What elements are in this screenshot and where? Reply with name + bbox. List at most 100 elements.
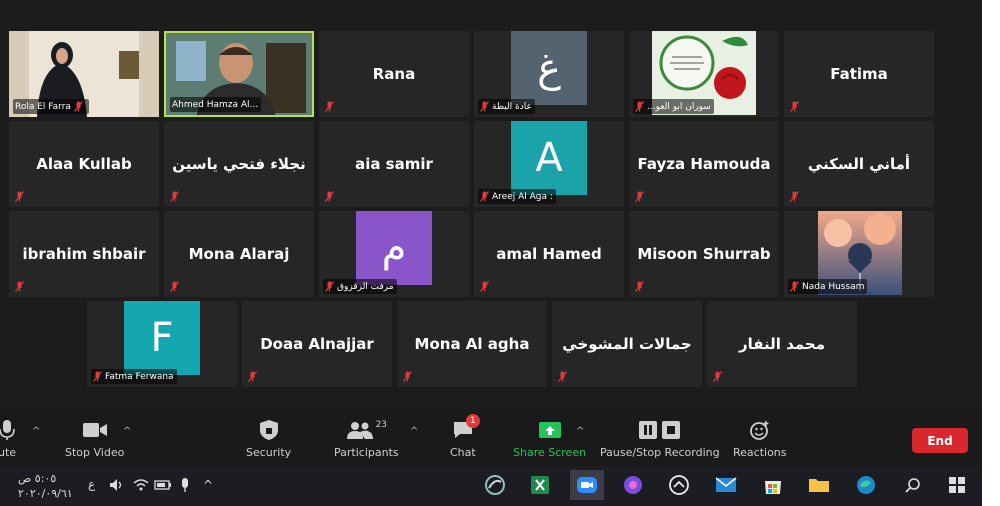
participant-tile[interactable]: Rana [319, 31, 469, 117]
participant-tile[interactable]: Ahmed Hamza Al... [164, 31, 314, 117]
end-meeting-button[interactable]: End [912, 428, 968, 453]
participant-name: أماني السكني [807, 155, 911, 173]
participant-name: Mona Alaraj [188, 245, 290, 263]
participant-tile[interactable]: أماني السكني [784, 121, 934, 207]
muted-microphone-icon [635, 101, 644, 112]
participant-name-label: Ahmed Hamza Al... [170, 97, 262, 112]
participant-tile[interactable]: محمد النفار [707, 301, 857, 387]
muted-microphone-icon [170, 281, 179, 292]
participant-name: مرفت الزقزوق [337, 281, 394, 292]
muted-microphone-icon [713, 371, 722, 382]
participant-avatar: F [124, 301, 200, 375]
windows-taskbar: ٥:٠٥ ص ٢٠٢٠/٠٩/٦١ ع ^ [0, 466, 982, 506]
participant-tile[interactable]: ibrahim shbair [9, 211, 159, 297]
reactions-button[interactable]: Reactions [733, 418, 787, 459]
security-label: Security [246, 446, 292, 459]
participant-tile[interactable]: A Areej Al Aga : [474, 121, 624, 207]
participant-tile[interactable]: Doaa Alnajjar [242, 301, 392, 387]
muted-microphone-icon [480, 101, 489, 112]
participant-name: ibrahim shbair [22, 245, 146, 263]
participants-label: Participants [334, 446, 399, 459]
participant-name: ...سوران ابو العو [647, 101, 711, 112]
participant-tile[interactable]: Fayza Hamouda [629, 121, 779, 207]
muted-microphone-icon [15, 191, 24, 202]
participant-tile[interactable]: م مرفت الزقزوق [319, 211, 469, 297]
share-options-caret[interactable]: ^ [576, 426, 584, 437]
share-screen-label: Share Screen [513, 446, 587, 459]
taskbar-zoom-icon[interactable] [570, 470, 604, 500]
pause-stop-recording-button[interactable]: Pause/Stop Recording [600, 418, 720, 459]
taskbar-excel-icon[interactable] [527, 472, 553, 498]
participant-tile[interactable]: ...سوران ابو العو [629, 31, 779, 117]
participant-tile[interactable]: Nada Hussam [784, 211, 934, 297]
taskbar-folder-icon[interactable] [806, 472, 832, 498]
participant-tile[interactable]: Fatima [784, 31, 934, 117]
participant-tile[interactable]: غ عادة البطة [474, 31, 624, 117]
participant-name: نجلاء فتحي ياسين [172, 155, 306, 173]
stop-video-label: Stop Video [65, 446, 125, 459]
chat-badge: 1 [465, 414, 480, 428]
taskbar-edge-icon[interactable] [853, 472, 879, 498]
taskbar-app-swirl-icon[interactable] [482, 472, 508, 498]
participant-name: Rola El Farra [15, 101, 71, 112]
participant-name: Ahmed Hamza Al... [172, 99, 259, 110]
participant-tile[interactable]: Mona Al agha [397, 301, 547, 387]
participant-name: Misoon Shurrab [637, 245, 771, 263]
muted-microphone-icon [170, 191, 179, 202]
chat-bubble-icon: 1 [452, 414, 480, 442]
mute-button[interactable]: ute [0, 418, 16, 459]
taskbar-search-icon[interactable] [900, 472, 926, 498]
muted-microphone-icon [790, 101, 799, 112]
participants-button[interactable]: 23 Participants [334, 418, 399, 459]
share-screen-icon [538, 418, 562, 442]
participant-tile[interactable]: جمالات المشوخي [552, 301, 702, 387]
tray-chevron-up-icon[interactable]: ^ [195, 472, 221, 498]
muted-microphone-icon [15, 281, 24, 292]
video-options-caret[interactable]: ^ [123, 426, 131, 437]
participant-name: جمالات المشوخي [562, 335, 692, 353]
participant-name: Mona Al agha [414, 335, 530, 353]
participant-name: Nada Hussam [802, 281, 865, 292]
windows-start-icon[interactable] [944, 472, 970, 498]
participant-name-label: Areej Al Aga : [478, 189, 556, 204]
participant-name: Fatima [830, 65, 888, 83]
participant-name: Doaa Alnajjar [260, 335, 374, 353]
mute-options-caret[interactable]: ^ [32, 426, 40, 437]
participant-tile[interactable]: Rola El Farra [9, 31, 159, 117]
input-language[interactable]: ع [88, 477, 95, 491]
participant-name: Alaa Kullab [36, 155, 132, 173]
chat-button[interactable]: 1 Chat [450, 414, 480, 459]
security-button[interactable]: Security [246, 418, 291, 459]
participant-avatar: غ [511, 31, 587, 105]
participant-tile[interactable]: aia samir [319, 121, 469, 207]
muted-microphone-icon [248, 371, 257, 382]
participant-tile[interactable]: amal Hamed [474, 211, 624, 297]
clock-time: ٥:٠٥ ص [18, 472, 57, 485]
participant-tile[interactable]: Mona Alaraj [164, 211, 314, 297]
participant-avatar: م [356, 211, 432, 285]
system-clock[interactable]: ٥:٠٥ ص ٢٠٢٠/٠٩/٦١ [18, 471, 73, 501]
share-screen-button[interactable]: Share Screen [513, 418, 586, 459]
participant-tile[interactable]: Alaa Kullab [9, 121, 159, 207]
muted-microphone-icon [93, 371, 102, 382]
participant-tile[interactable]: F Fatma Ferwana [87, 301, 237, 387]
meeting-toolbar: ute ^ Stop Video ^ Security 23 Participa… [0, 410, 982, 466]
volume-icon[interactable] [104, 472, 130, 498]
taskbar-mail-icon[interactable] [713, 472, 739, 498]
stop-video-button[interactable]: Stop Video [65, 418, 124, 459]
participants-options-caret[interactable]: ^ [410, 426, 418, 437]
taskbar-app-circle-icon[interactable] [620, 472, 646, 498]
participant-name-label: ...سوران ابو العو [633, 99, 714, 114]
muted-microphone-icon [480, 281, 489, 292]
participant-name: Areej Al Aga : [492, 191, 553, 202]
participant-tile[interactable]: نجلاء فتحي ياسين [164, 121, 314, 207]
participant-tile[interactable]: Misoon Shurrab [629, 211, 779, 297]
participant-name: Rana [372, 65, 416, 83]
pause-stop-icon [638, 418, 682, 442]
participant-avatar: A [511, 121, 587, 195]
taskbar-weather-icon[interactable] [666, 472, 692, 498]
window-edge [982, 0, 1000, 506]
video-camera-icon [82, 418, 108, 442]
taskbar-store-icon[interactable] [760, 472, 786, 498]
recording-label: Pause/Stop Recording [600, 446, 720, 459]
